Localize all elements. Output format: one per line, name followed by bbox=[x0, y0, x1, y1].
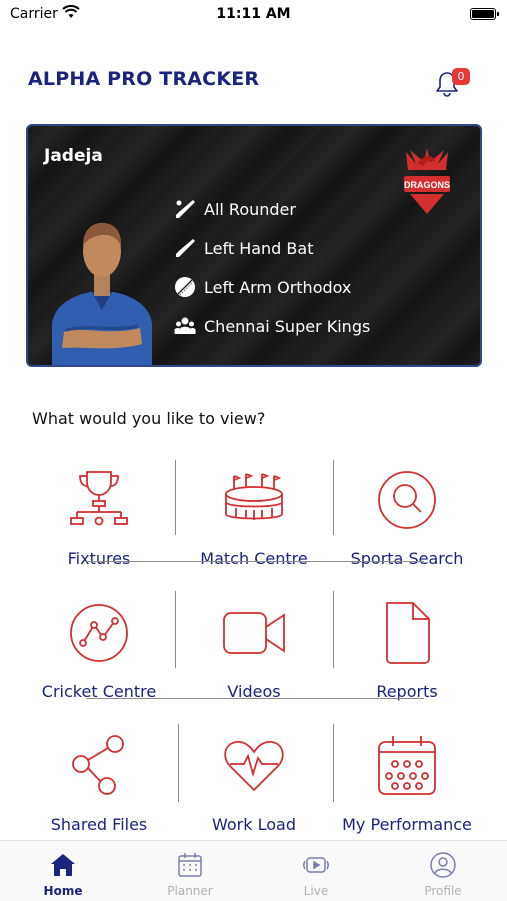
tab-profile[interactable]: Profile bbox=[380, 841, 506, 901]
tab-home-label: Home bbox=[43, 884, 83, 898]
fixtures-label: Fixtures bbox=[67, 549, 131, 568]
player-name: Jadeja bbox=[44, 146, 103, 166]
app-title: ALPHA PRO TRACKER bbox=[28, 68, 260, 90]
team-logo-text: DRAGONS bbox=[404, 180, 450, 190]
player-batting-style: Left Hand Bat bbox=[204, 238, 314, 258]
profile-icon bbox=[430, 852, 456, 878]
divider bbox=[86, 698, 424, 699]
trophy-bracket-icon bbox=[70, 471, 128, 526]
divider bbox=[175, 591, 176, 668]
document-icon bbox=[386, 602, 430, 664]
team-logo: DRAGONS bbox=[404, 148, 450, 214]
section-prompt: What would you like to view? bbox=[32, 409, 266, 428]
planner-calendar-icon bbox=[178, 853, 202, 877]
shared-files-tile[interactable]: Shared Files bbox=[24, 734, 174, 844]
live-tv-icon bbox=[303, 857, 329, 873]
chart-circle-icon bbox=[70, 604, 128, 662]
tab-live-label: Live bbox=[303, 884, 329, 898]
status-bar: Carrier 11:11 AM bbox=[0, 0, 507, 30]
calendar-icon bbox=[378, 736, 436, 795]
tab-profile-label: Profile bbox=[424, 884, 462, 898]
video-camera-icon bbox=[223, 612, 285, 654]
player-team-row: Chennai Super Kings bbox=[174, 315, 370, 337]
tab-live[interactable]: Live bbox=[253, 841, 379, 901]
notification-badge: 0 bbox=[452, 68, 470, 85]
my-performance-tile[interactable]: My Performance bbox=[332, 734, 482, 844]
heart-pulse-icon bbox=[224, 740, 284, 791]
battery-icon bbox=[470, 8, 499, 20]
tab-planner[interactable]: Planner bbox=[127, 841, 253, 901]
clock-time: 11:11 AM bbox=[216, 6, 291, 22]
stadium-icon bbox=[225, 473, 283, 520]
player-avatar bbox=[52, 222, 152, 365]
player-card[interactable]: Jadeja DRAGONS All Rounder Left Hand Bat bbox=[26, 124, 482, 367]
work-load-label: Work Load bbox=[212, 815, 296, 834]
cricket-centre-tile[interactable]: Cricket Centre bbox=[24, 601, 174, 711]
work-load-tile[interactable]: Work Load bbox=[179, 734, 329, 844]
bottom-tab-bar: Home Planner Live Profile bbox=[0, 840, 507, 901]
bat-icon bbox=[176, 239, 195, 257]
home-icon bbox=[51, 854, 75, 876]
my-performance-label: My Performance bbox=[342, 815, 472, 834]
player-team: Chennai Super Kings bbox=[204, 316, 371, 336]
tab-planner-label: Planner bbox=[167, 884, 213, 898]
ball-icon bbox=[175, 277, 195, 297]
player-bowling-style: Left Arm Orthodox bbox=[204, 277, 352, 297]
sporta-search-label: Sporta Search bbox=[350, 549, 464, 568]
player-role: All Rounder bbox=[204, 199, 296, 219]
search-icon bbox=[378, 471, 436, 529]
reports-tile[interactable]: Reports bbox=[332, 601, 482, 711]
team-group-icon bbox=[174, 317, 196, 334]
match-centre-label: Match Centre bbox=[200, 549, 308, 568]
player-role-row: All Rounder bbox=[174, 198, 296, 220]
bat-ball-icon bbox=[176, 200, 195, 218]
divider bbox=[86, 561, 424, 562]
player-bowling-row: Left Arm Orthodox bbox=[174, 276, 351, 298]
videos-tile[interactable]: Videos bbox=[179, 601, 329, 711]
player-batting-row: Left Hand Bat bbox=[174, 237, 313, 259]
divider bbox=[175, 460, 176, 535]
tab-home[interactable]: Home bbox=[0, 841, 126, 901]
shared-files-label: Shared Files bbox=[50, 815, 148, 834]
share-icon bbox=[72, 735, 124, 795]
